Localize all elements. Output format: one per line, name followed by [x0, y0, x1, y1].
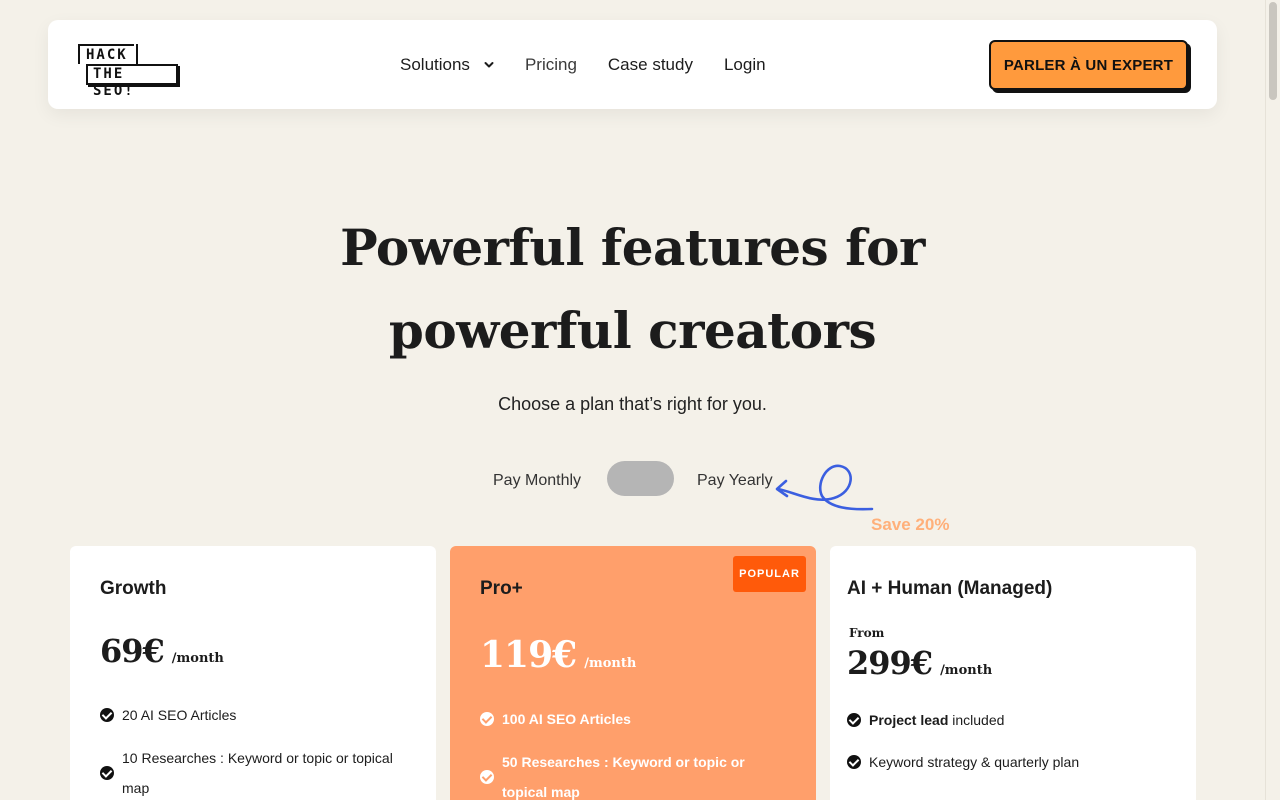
plan-price: 69€ /month [100, 632, 224, 670]
plan-card-growth: Growth 69€ /month 20 AI SEO Articles 10 R… [70, 546, 436, 800]
billing-toggle[interactable] [607, 461, 674, 496]
plan-price-unit: /month [940, 663, 993, 678]
check-circle-icon [480, 712, 494, 726]
price-from-label: From [849, 626, 885, 640]
plan-feature: 10 Researches : Keyword or topic or topi… [100, 743, 420, 800]
plan-card-pro-plus: POPULAR Pro+ 119€ /month 100 AI SEO Artic… [450, 546, 816, 800]
nav-case-study[interactable]: Case study [608, 55, 693, 75]
plan-name: AI + Human (Managed) [847, 578, 1053, 599]
main-nav: Solutions Pricing Case study Login [400, 20, 797, 109]
plan-name: Pro+ [480, 578, 523, 599]
plan-feature: 20 AI SEO Articles [100, 700, 420, 730]
chevron-down-icon [484, 61, 494, 67]
plan-feature: 100 AI SEO Articles [480, 704, 800, 734]
plan-feature-rest: included [948, 712, 1005, 728]
plan-price-unit: /month [584, 656, 637, 671]
save-percent-label: Save 20% [871, 515, 950, 534]
plan-feature-text: 100 AI SEO Articles [502, 711, 631, 727]
nav-solutions-label: Solutions [400, 54, 470, 74]
nav-solutions[interactable]: Solutions [400, 55, 494, 75]
plan-price-value: 119€ [480, 634, 577, 676]
plan-feature: Keyword strategy & quarterly plan [847, 747, 1167, 777]
plan-price: 299€ /month [847, 644, 992, 682]
plan-name: Growth [100, 578, 167, 599]
hero-subtitle: Choose a plan that’s right for you. [498, 394, 767, 414]
scrollbar-thumb[interactable] [1269, 2, 1277, 100]
plan-card-ai-human-managed: AI + Human (Managed) From 299€ /month Pro… [830, 546, 1196, 800]
scrollbar[interactable] [1265, 0, 1280, 800]
popular-badge: POPULAR [733, 556, 806, 592]
check-circle-icon [847, 755, 861, 769]
plan-price-value: 299€ [847, 644, 933, 682]
check-circle-icon [847, 713, 861, 727]
plan-price: 119€ /month [480, 634, 636, 676]
plan-feature-text: Project lead included [869, 705, 1004, 735]
pay-yearly-label[interactable]: Pay Yearly [697, 472, 773, 490]
nav-login[interactable]: Login [724, 55, 766, 75]
check-circle-icon [100, 708, 114, 722]
plan-feature-strong: Project lead [869, 712, 949, 728]
logo-text-top: HACK [78, 44, 138, 64]
check-circle-icon [480, 770, 494, 784]
plan-feature: 50 Researches : Keyword or topic or topi… [480, 747, 780, 800]
site-header: HACK THE SEO! Solutions Pricing Case stu… [48, 20, 1217, 109]
plan-feature-text: 50 Researches : Keyword or topic or topi… [502, 754, 745, 800]
plan-feature-text: Keyword strategy & quarterly plan [869, 754, 1080, 770]
curly-arrow-icon [775, 464, 874, 511]
pay-monthly-label[interactable]: Pay Monthly [493, 472, 581, 490]
plan-feature-text: 10 Researches : Keyword or topic or topi… [122, 750, 393, 796]
logo-text-bottom: THE SEO! [86, 64, 178, 99]
logo[interactable]: HACK THE SEO! [78, 44, 178, 99]
hero-title-line2: powerful creators [388, 301, 877, 360]
plan-price-unit: /month [171, 651, 224, 666]
plan-price-value: 69€ [100, 632, 165, 670]
check-circle-icon [100, 766, 114, 780]
plan-feature: Project lead included [847, 705, 1167, 735]
hero-title-line1: Powerful features for [340, 218, 925, 277]
talk-to-expert-button[interactable]: PARLER À UN EXPERT [989, 40, 1188, 90]
hero-title: Powerful features for powerful creators [0, 206, 1265, 372]
plan-feature-text: 20 AI SEO Articles [122, 707, 237, 723]
nav-pricing[interactable]: Pricing [525, 55, 577, 75]
